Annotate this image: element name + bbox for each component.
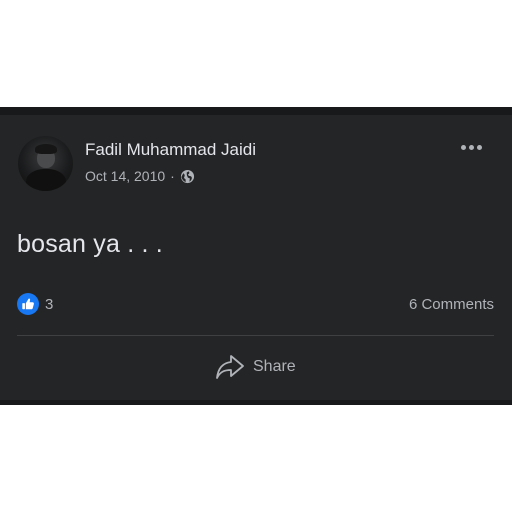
- avatar-body: [26, 169, 66, 191]
- top-border: [0, 107, 512, 115]
- avatar[interactable]: [18, 136, 73, 191]
- author-name[interactable]: Fadil Muhammad Jaidi: [85, 140, 256, 160]
- more-dot: [461, 145, 466, 150]
- post-message: bosan ya . . .: [17, 230, 163, 258]
- meta-separator: ·: [170, 168, 175, 184]
- more-options-icon[interactable]: [461, 145, 482, 150]
- post-card: Fadil Muhammad Jaidi Oct 14, 2010 · bosa…: [0, 107, 512, 405]
- share-button[interactable]: Share: [215, 354, 296, 380]
- avatar-hair: [35, 144, 57, 154]
- share-label: Share: [253, 358, 296, 375]
- more-dot: [477, 145, 482, 150]
- post-date[interactable]: Oct 14, 2010: [85, 168, 165, 184]
- reaction-count[interactable]: 3: [45, 296, 53, 313]
- divider: [17, 335, 494, 336]
- like-icon[interactable]: [17, 293, 39, 315]
- more-dot: [469, 145, 474, 150]
- bottom-border: [0, 400, 512, 405]
- comments-count-link[interactable]: 6 Comments: [409, 296, 494, 313]
- thumbs-up-icon: [22, 298, 34, 310]
- globe-icon[interactable]: [180, 169, 195, 184]
- share-icon: [216, 355, 244, 379]
- post-meta: Oct 14, 2010 ·: [85, 168, 195, 184]
